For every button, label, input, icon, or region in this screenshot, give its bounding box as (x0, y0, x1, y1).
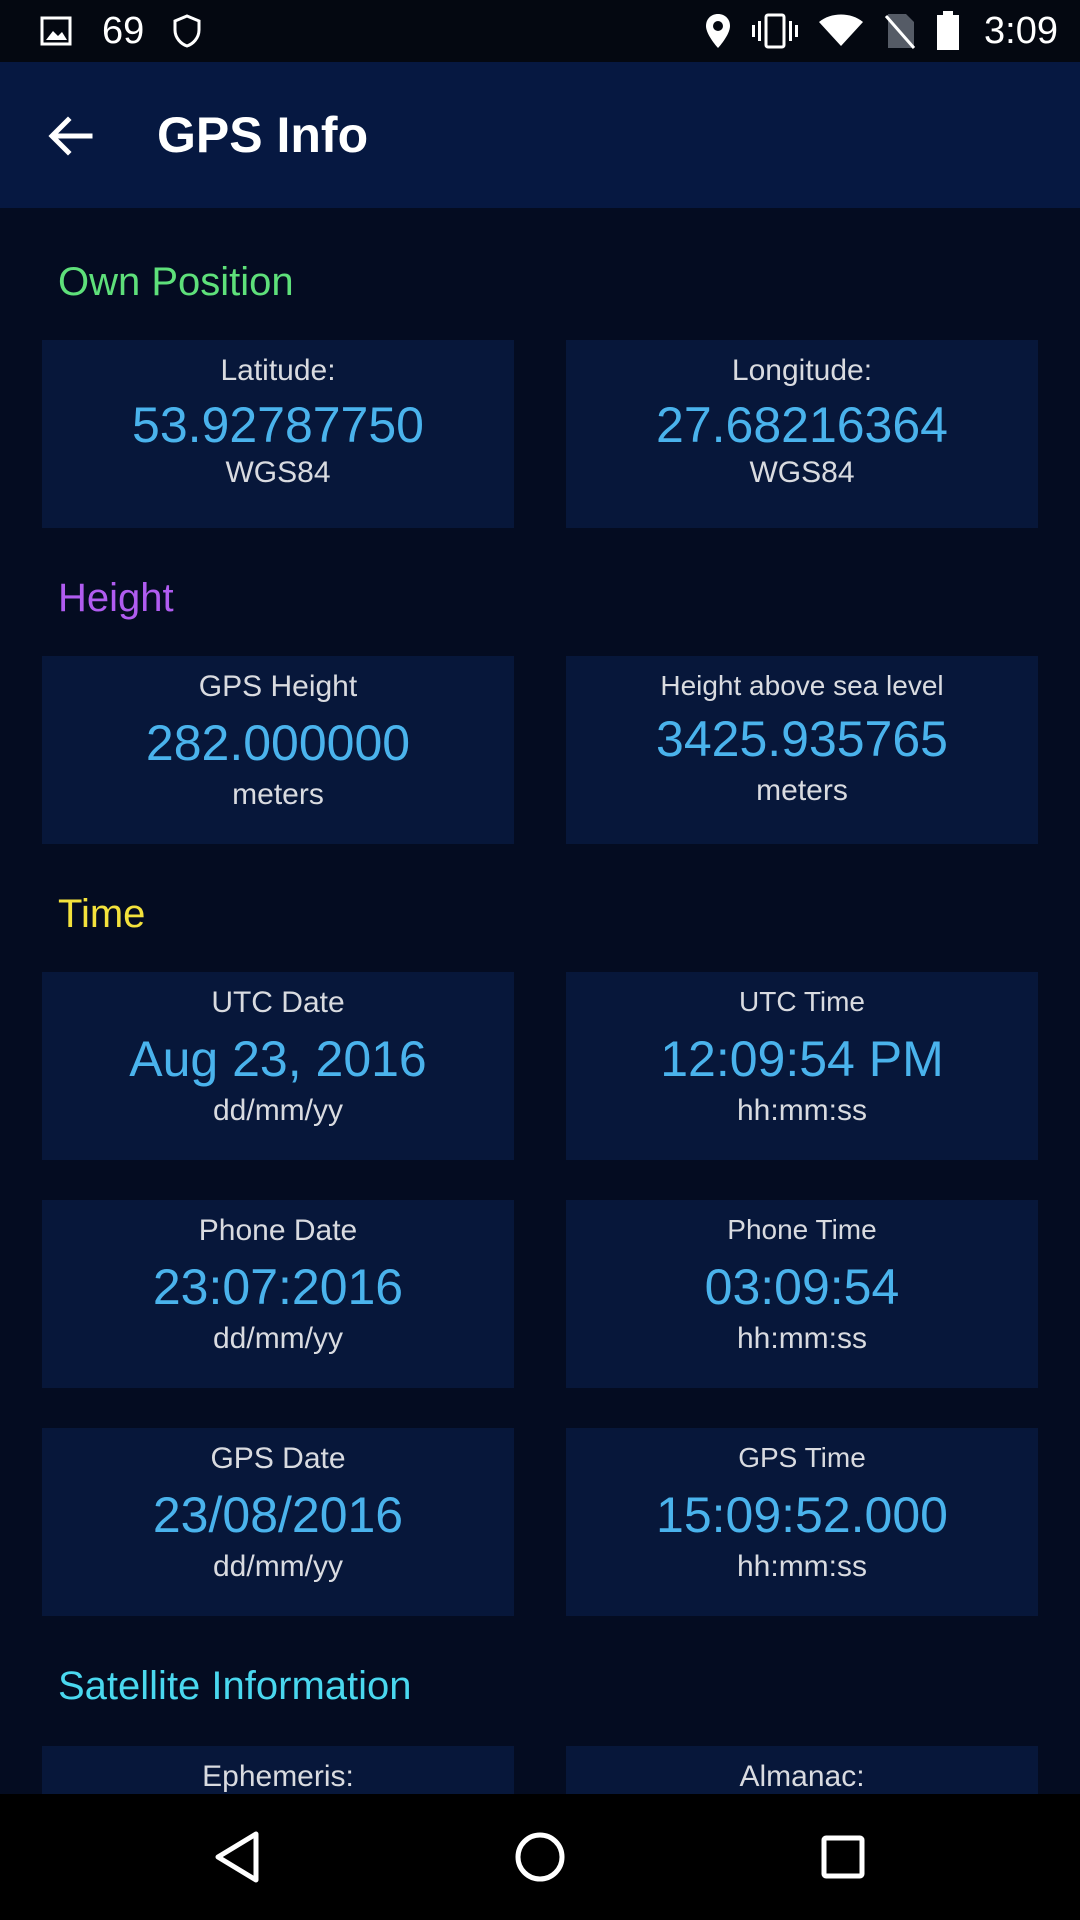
almanac-card: Almanac: (566, 1746, 1038, 1794)
card-label: Longitude: (731, 354, 873, 387)
card-value: Aug 23, 2016 (129, 1031, 427, 1087)
notification-count: 69 (102, 9, 145, 52)
arrow-back-icon[interactable] (44, 110, 96, 162)
card-value: 27.68216364 (656, 397, 948, 453)
card-unit: dd/mm/yy (212, 1094, 344, 1127)
card-value: 3425.935765 (656, 711, 948, 767)
card-unit: dd/mm/yy (212, 1322, 344, 1355)
wifi-icon (818, 14, 864, 48)
latitude-card: Latitude: 53.92787750 WGS84 (42, 340, 514, 528)
card-label: Phone Date (198, 1214, 358, 1247)
card-unit: hh:mm:ss (736, 1094, 868, 1127)
gps-height-card: GPS Height 282.000000 meters (42, 656, 514, 844)
shield-icon (172, 14, 202, 48)
card-label: Ephemeris: (202, 1760, 354, 1793)
section-title-own-position: Own Position (58, 260, 294, 304)
card-value: 53.92787750 (132, 397, 424, 453)
app-bar: GPS Info (0, 62, 1080, 208)
navigation-bar (0, 1794, 1080, 1920)
card-value: 23:07:2016 (152, 1259, 404, 1315)
clock: 3:09 (984, 9, 1058, 52)
battery-icon (936, 11, 960, 51)
phone-date-card: Phone Date 23:07:2016 dd/mm/yy (42, 1200, 514, 1388)
longitude-card: Longitude: 27.68216364 WGS84 (566, 340, 1038, 528)
card-label: UTC Time (739, 986, 865, 1017)
recents-square-icon[interactable] (808, 1822, 878, 1892)
back-triangle-icon[interactable] (202, 1822, 272, 1892)
gps-date-card: GPS Date 23/08/2016 dd/mm/yy (42, 1428, 514, 1616)
card-value: 15:09:52.000 (656, 1487, 948, 1543)
card-value: 12:09:54 PM (660, 1031, 944, 1087)
card-label: GPS Date (210, 1442, 346, 1475)
card-label: Phone Time (727, 1214, 877, 1245)
card-value: 23/08/2016 (152, 1487, 404, 1543)
location-icon (704, 12, 732, 50)
gps-info-content[interactable]: Own Position Latitude: 53.92787750 WGS84… (0, 208, 1080, 1794)
section-title-satellite-information: Satellite Information (58, 1664, 412, 1708)
utc-time-card: UTC Time 12:09:54 PM hh:mm:ss (566, 972, 1038, 1160)
gps-time-card: GPS Time 15:09:52.000 hh:mm:ss (566, 1428, 1038, 1616)
card-unit: hh:mm:ss (736, 1550, 868, 1583)
utc-date-card: UTC Date Aug 23, 2016 dd/mm/yy (42, 972, 514, 1160)
vibrate-icon (752, 13, 799, 49)
card-label: GPS Time (738, 1442, 866, 1473)
card-unit: meters (756, 774, 848, 807)
no-sim-icon (884, 12, 916, 50)
status-bar: 69 3:09 (0, 0, 1080, 62)
card-label: Almanac: (739, 1760, 865, 1793)
height-above-sea-card: Height above sea level 3425.935765 meter… (566, 656, 1038, 844)
card-label: UTC Date (211, 986, 345, 1019)
card-label: Latitude: (220, 354, 336, 387)
section-title-height: Height (58, 576, 174, 620)
page-title: GPS Info (157, 107, 369, 163)
card-unit: dd/mm/yy (212, 1550, 344, 1583)
card-unit: hh:mm:ss (736, 1322, 868, 1355)
home-circle-icon[interactable] (505, 1822, 575, 1892)
card-label: GPS Height (198, 670, 358, 703)
card-unit: WGS84 (225, 456, 331, 489)
card-value: 282.000000 (145, 715, 411, 771)
card-value: 03:09:54 (704, 1259, 900, 1315)
phone-time-card: Phone Time 03:09:54 hh:mm:ss (566, 1200, 1038, 1388)
card-unit: meters (232, 778, 324, 811)
card-label: Height above sea level (660, 670, 944, 701)
card-unit: WGS84 (749, 456, 855, 489)
section-title-time: Time (58, 892, 146, 936)
image-icon (40, 16, 72, 46)
ephemeris-card: Ephemeris: (42, 1746, 514, 1794)
